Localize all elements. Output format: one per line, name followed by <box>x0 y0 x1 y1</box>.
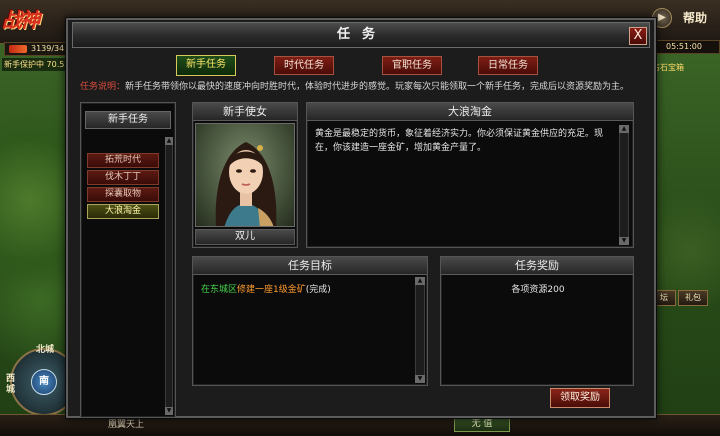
tab-official[interactable]: 官职任务 <box>382 56 442 75</box>
quest-list-scrollbar[interactable]: ▲ ▼ <box>165 137 173 415</box>
hp-readout: 3139/34 <box>4 42 74 56</box>
compass-north[interactable]: 北城 <box>36 342 54 355</box>
tab-era[interactable]: 时代任务 <box>274 56 334 75</box>
description-text: 新手任务带领你以最快的速度冲向时胜时代，体验时代进步的感觉。玩家每次只能领取一个… <box>125 82 630 92</box>
quest-item-lumber[interactable]: 伐木丁丁 <box>87 170 159 185</box>
time-readout: 05:51:00 <box>648 40 720 54</box>
scroll-up-icon[interactable]: ▲ <box>165 137 173 145</box>
scroll-down-icon[interactable]: ▼ <box>619 237 629 245</box>
npc-panel: 新手使女 双儿 <box>192 102 298 248</box>
claim-reward-button[interactable]: 领取奖励 <box>550 388 610 408</box>
quest-description: 任务说明：新手任务带领你以最快的速度冲向时胜时代，体验时代进步的感觉。玩家每次只… <box>80 80 648 94</box>
hp-icon <box>9 45 27 53</box>
quest-objective-panel: 任务目标 在东城区修建一座1级金矿(完成) ▲ ▼ <box>192 256 428 386</box>
dialog-title: 任务 <box>336 27 387 42</box>
quest-list-panel: 新手任务 拓荒时代 伐木丁丁 探囊取物 大浪淘金 ▲ ▼ <box>80 102 176 418</box>
scroll-up-icon[interactable]: ▲ <box>415 277 425 285</box>
npc-header: 新手使女 <box>193 103 297 121</box>
scroll-up-icon[interactable]: ▲ <box>619 125 629 133</box>
quest-objective-text: 在东城区修建一座1级金矿(完成) <box>201 283 413 297</box>
tab-novice[interactable]: 新手任务 <box>176 55 236 76</box>
compass-west[interactable]: 西城 <box>6 374 18 396</box>
scroll-down-icon[interactable]: ▼ <box>415 375 425 383</box>
treasure-chest-label[interactable]: 占石宝箱 <box>652 62 720 74</box>
objective-task: 修建一座1级金矿 <box>237 285 306 295</box>
quest-story-header: 大浪淘金 <box>307 103 633 121</box>
bottom-chat-text: 凰翼天上 <box>108 420 145 430</box>
hp-value: 3139/34 <box>31 44 65 53</box>
quest-reward-header: 任务奖励 <box>441 257 633 275</box>
dialog-title-bar[interactable]: 任务 X <box>72 22 650 48</box>
quest-story-text: 黄金是最稳定的货币，象征着经济实力。你必须保证黄金供应的充足。现在，你该建造一座… <box>315 129 604 153</box>
side-button-gift[interactable]: 礼包 <box>678 290 708 306</box>
compass-center[interactable]: 南 <box>31 369 57 395</box>
description-label: 任务说明： <box>80 82 126 92</box>
objective-scrollbar[interactable]: ▲ ▼ <box>415 277 425 383</box>
scroll-down-icon[interactable]: ▼ <box>165 407 173 415</box>
quest-item-collect[interactable]: 探囊取物 <box>87 187 159 202</box>
npc-portrait <box>195 123 295 227</box>
quest-list-header[interactable]: 新手任务 <box>85 111 171 129</box>
quest-tracker[interactable]: 新手保护中 70.5 <box>2 58 74 71</box>
quest-objective-header: 任务目标 <box>193 257 427 275</box>
story-scrollbar[interactable]: ▲ ▼ <box>619 125 629 245</box>
objective-status: (完成) <box>305 285 331 295</box>
npc-portrait-image <box>215 142 277 226</box>
quest-reward-text: 各项资源200 <box>511 285 565 295</box>
help-button[interactable]: 帮助 <box>676 9 714 27</box>
quest-story-panel: 大浪淘金 黄金是最稳定的货币，象征着经济实力。你必须保证黄金供应的充足。现在，你… <box>306 102 634 248</box>
quest-item-pioneer[interactable]: 拓荒时代 <box>87 153 159 168</box>
quest-reward-panel: 任务奖励 各项资源200 <box>440 256 634 386</box>
bottom-status-pill[interactable]: 无 值 <box>454 416 510 432</box>
quest-item-gold[interactable]: 大浪淘金 <box>87 204 159 219</box>
close-button[interactable]: X <box>629 27 647 45</box>
quest-tabs: 新手任务 时代任务 官职任务 日常任务 <box>176 55 556 76</box>
objective-location[interactable]: 在东城区 <box>201 285 237 295</box>
tab-daily[interactable]: 日常任务 <box>478 56 538 75</box>
quest-dialog: 任务 X 新手任务 时代任务 官职任务 日常任务 任务说明：新手任务带领你以最快… <box>66 18 656 418</box>
game-logo: 战神 <box>2 8 40 32</box>
npc-name: 双儿 <box>195 229 295 245</box>
